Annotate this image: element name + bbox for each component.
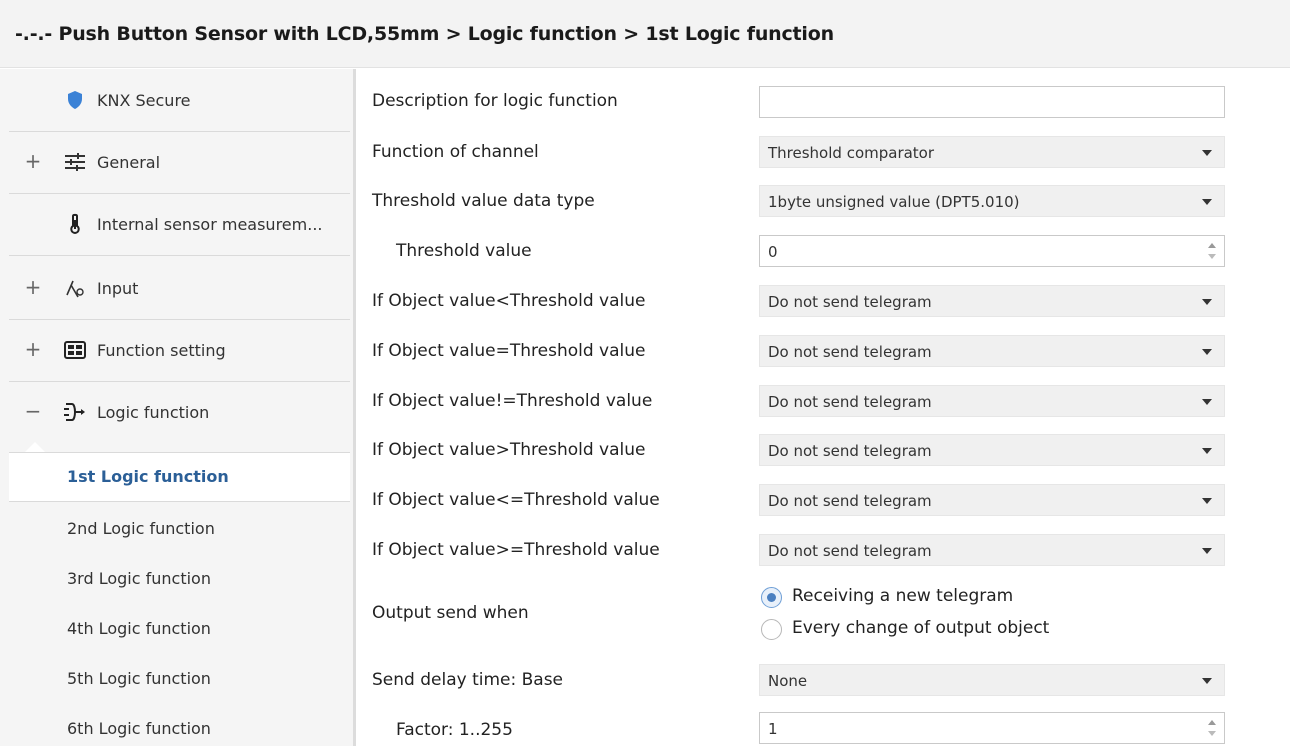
sliders-icon [62,149,88,175]
if-less-equal-select[interactable]: Do not send telegram [759,484,1225,516]
if-equal-select[interactable]: Do not send telegram [759,335,1225,367]
grid-icon [62,337,88,363]
sidebar-item-knx-secure[interactable]: KNX Secure [9,71,350,132]
breadcrumb: -.-.- Push Button Sensor with LCD,55mm >… [15,23,834,45]
sidebar-item-label: Input [97,279,139,298]
radio-label: Receiving a new telegram [792,586,1014,606]
if-greater-equal-label: If Object value>=Threshold value [372,540,660,560]
threshold-data-type-select[interactable]: 1byte unsigned value (DPT5.010) [759,185,1225,217]
collapse-minus-icon[interactable]: − [23,399,43,423]
stepper-value: 1 [768,720,778,738]
selected-value: Do not send telegram [768,393,932,411]
threshold-data-type-label: Threshold value data type [372,191,595,211]
sidebar-subitem-1st-logic-function[interactable]: 1st Logic function [9,452,350,502]
sidebar-item-logic-function[interactable]: − Logic function [9,383,350,444]
chevron-down-icon [1202,150,1212,156]
chevron-down-icon [1202,548,1212,554]
sidebar-subitem-label: 6th Logic function [67,719,211,738]
radio-label: Every change of output object [792,618,1050,638]
sidebar-subitem-label: 5th Logic function [67,669,211,688]
if-greater-label: If Object value>Threshold value [372,440,646,460]
logic-icon [62,399,88,425]
title-bar: -.-.- Push Button Sensor with LCD,55mm >… [0,0,1290,68]
chevron-down-icon [1202,498,1212,504]
selected-value: Do not send telegram [768,343,932,361]
if-less-select[interactable]: Do not send telegram [759,285,1225,317]
function-of-channel-select[interactable]: Threshold comparator [759,136,1225,168]
sidebar-subitem-label: 4th Logic function [67,619,211,638]
sidebar-item-function-setting[interactable]: + Function setting [9,321,350,382]
selected-value: Do not send telegram [768,293,932,311]
function-of-channel-label: Function of channel [372,142,539,162]
factor-stepper[interactable]: 1 [759,712,1225,744]
shield-icon [62,87,88,113]
stepper-value: 0 [768,243,778,261]
radio-unchecked[interactable] [761,619,782,640]
sidebar-subitem-4th-logic-function[interactable]: 4th Logic function [9,605,350,655]
if-not-equal-label: If Object value!=Threshold value [372,391,653,411]
if-less-label: If Object value<Threshold value [372,291,646,311]
sidebar-subitem-5th-logic-function[interactable]: 5th Logic function [9,655,350,705]
sidebar-subitem-label: 2nd Logic function [67,519,215,538]
sidebar-item-label: Internal sensor measurem... [97,215,323,234]
sidebar-item-label: Function setting [97,341,226,360]
sidebar-subitem-3rd-logic-function[interactable]: 3rd Logic function [9,555,350,605]
output-send-when-label: Output send when [372,603,529,623]
chevron-down-icon [1202,199,1212,205]
sidebar-item-general[interactable]: + General [9,133,350,194]
chevron-down-icon [1202,299,1212,305]
selected-value: Do not send telegram [768,442,932,460]
sidebar-subitem-label: 3rd Logic function [67,569,211,588]
description-input[interactable] [759,86,1225,118]
if-less-equal-label: If Object value<=Threshold value [372,490,660,510]
if-equal-label: If Object value=Threshold value [372,341,646,361]
sidebar: KNX Secure + General Internal sensor mea… [0,69,356,746]
spin-arrows-icon[interactable] [1208,718,1218,738]
sidebar-item-label: General [97,153,161,172]
expand-plus-icon[interactable]: + [23,337,43,361]
sidebar-subitem-2nd-logic-function[interactable]: 2nd Logic function [9,505,350,555]
chevron-down-icon [1202,678,1212,684]
chevron-down-icon [1202,399,1212,405]
active-pointer [25,442,45,452]
if-greater-equal-select[interactable]: Do not send telegram [759,534,1225,566]
expand-plus-icon[interactable]: + [23,149,43,173]
selected-value: Do not send telegram [768,542,932,560]
chevron-down-icon [1202,448,1212,454]
sidebar-item-label: KNX Secure [97,91,191,110]
send-delay-base-label: Send delay time: Base [372,670,564,690]
selected-value: Threshold comparator [768,144,935,162]
if-not-equal-select[interactable]: Do not send telegram [759,385,1225,417]
if-greater-select[interactable]: Do not send telegram [759,434,1225,466]
selected-value: Do not send telegram [768,492,932,510]
threshold-value-stepper[interactable]: 0 [759,235,1225,267]
thermometer-icon [62,211,88,237]
radio-checked[interactable] [761,587,782,608]
expand-plus-icon[interactable]: + [23,275,43,299]
parameter-form: Description for logic function Function … [356,69,1290,746]
sidebar-subitem-label: 1st Logic function [67,467,229,486]
spin-arrows-icon[interactable] [1208,241,1218,261]
sidebar-subitem-6th-logic-function[interactable]: 6th Logic function [9,705,350,755]
send-delay-base-select[interactable]: None [759,664,1225,696]
sidebar-item-label: Logic function [97,403,210,422]
sidebar-item-internal-sensor[interactable]: Internal sensor measurem... [9,195,350,256]
threshold-value-label: Threshold value [396,241,532,261]
selected-value: 1byte unsigned value (DPT5.010) [768,193,1020,211]
selected-value: None [768,672,808,690]
input-icon [62,275,88,301]
chevron-down-icon [1202,349,1212,355]
description-label: Description for logic function [372,91,618,111]
sidebar-item-input[interactable]: + Input [9,259,350,320]
factor-label: Factor: 1..255 [396,720,513,740]
